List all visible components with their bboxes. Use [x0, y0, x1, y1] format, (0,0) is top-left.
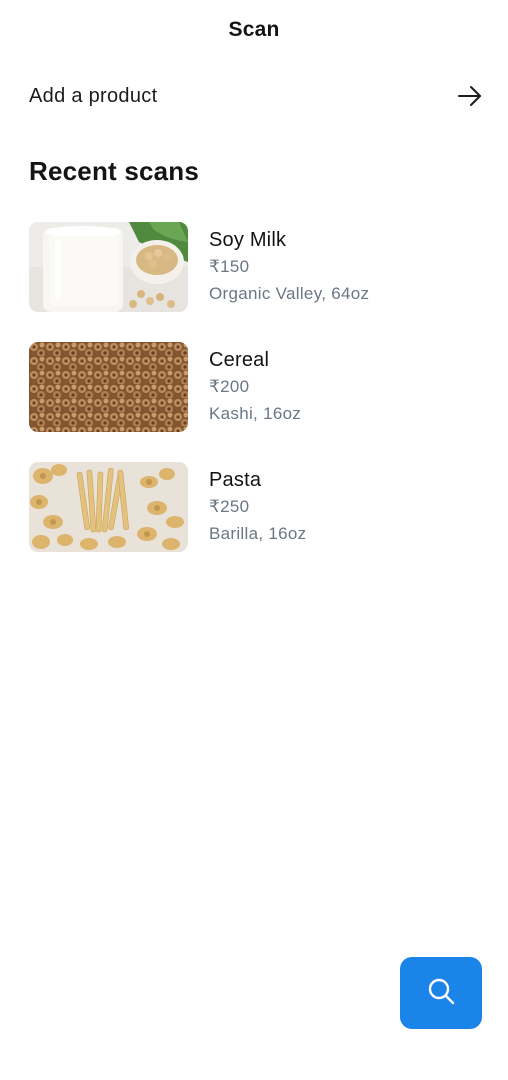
scan-info: Soy Milk ₹150 Organic Valley, 64oz — [209, 222, 369, 308]
recent-scans-heading: Recent scans — [29, 156, 200, 186]
scan-screen: Scan Add a product Recent scans Soy Milk… — [0, 0, 508, 1080]
list-item[interactable]: Pasta ₹250 Barilla, 16oz — [29, 462, 489, 552]
product-name: Pasta — [209, 469, 262, 491]
cereal-photo — [29, 342, 188, 432]
recent-scans-list: Soy Milk ₹150 Organic Valley, 64oz Cerea… — [29, 222, 489, 582]
search-icon — [426, 976, 456, 1011]
product-name: Cereal — [209, 349, 270, 371]
scan-info: Pasta ₹250 Barilla, 16oz — [209, 462, 306, 548]
product-meta: Kashi, 16oz — [209, 404, 302, 423]
product-meta: Barilla, 16oz — [209, 524, 307, 543]
page-title: Scan — [228, 18, 280, 41]
search-button[interactable] — [400, 957, 482, 1029]
product-price: ₹200 — [209, 377, 250, 396]
product-meta: Organic Valley, 64oz — [209, 284, 370, 303]
list-item[interactable]: Soy Milk ₹150 Organic Valley, 64oz — [29, 222, 489, 312]
product-price: ₹250 — [209, 497, 250, 516]
add-product-row[interactable]: Add a product — [29, 72, 483, 120]
scan-info: Cereal ₹200 Kashi, 16oz — [209, 342, 301, 428]
arrow-right-icon[interactable] — [457, 83, 483, 109]
pasta-photo — [29, 462, 188, 552]
soy-milk-photo — [29, 222, 188, 312]
list-item[interactable]: Cereal ₹200 Kashi, 16oz — [29, 342, 489, 432]
product-name: Soy Milk — [209, 229, 287, 251]
add-product-label: Add a product — [29, 84, 158, 107]
product-price: ₹150 — [209, 257, 250, 276]
